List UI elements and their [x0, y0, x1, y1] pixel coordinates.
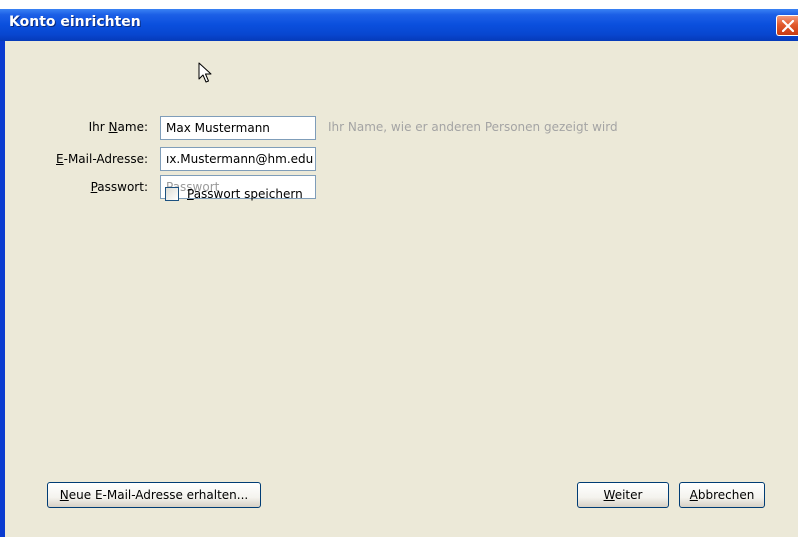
mouse-pointer-icon — [198, 62, 212, 83]
window-title: Konto einrichten — [9, 14, 141, 30]
remember-password-label[interactable]: Passwort speichern — [187, 187, 303, 201]
next-button[interactable]: Weiter — [577, 482, 669, 508]
email-input[interactable]: ıx.Mustermann@hm.edu — [160, 147, 316, 171]
dialog-window: Konto einrichten Ihr Name: Max Musterman… — [0, 9, 798, 537]
name-hint: Ihr Name, wie er anderen Personen gezeig… — [328, 120, 618, 134]
name-label: Ihr Name: — [88, 120, 148, 134]
dialog-content: Ihr Name: Max Mustermann Ihr Name, wie e… — [5, 41, 798, 537]
password-label: Passwort: — [90, 180, 148, 194]
name-input[interactable]: Max Mustermann — [160, 116, 316, 140]
title-bar[interactable]: Konto einrichten — [0, 9, 798, 41]
new-email-address-button[interactable]: Neue E-Mail-Adresse erhalten... — [47, 482, 261, 508]
close-icon — [782, 20, 794, 32]
close-button[interactable] — [776, 15, 798, 36]
email-label: E-Mail-Adresse: — [56, 152, 148, 166]
remember-password-checkbox[interactable] — [165, 187, 179, 201]
background-strip — [0, 0, 798, 9]
cancel-button[interactable]: Abbrechen — [679, 482, 765, 508]
